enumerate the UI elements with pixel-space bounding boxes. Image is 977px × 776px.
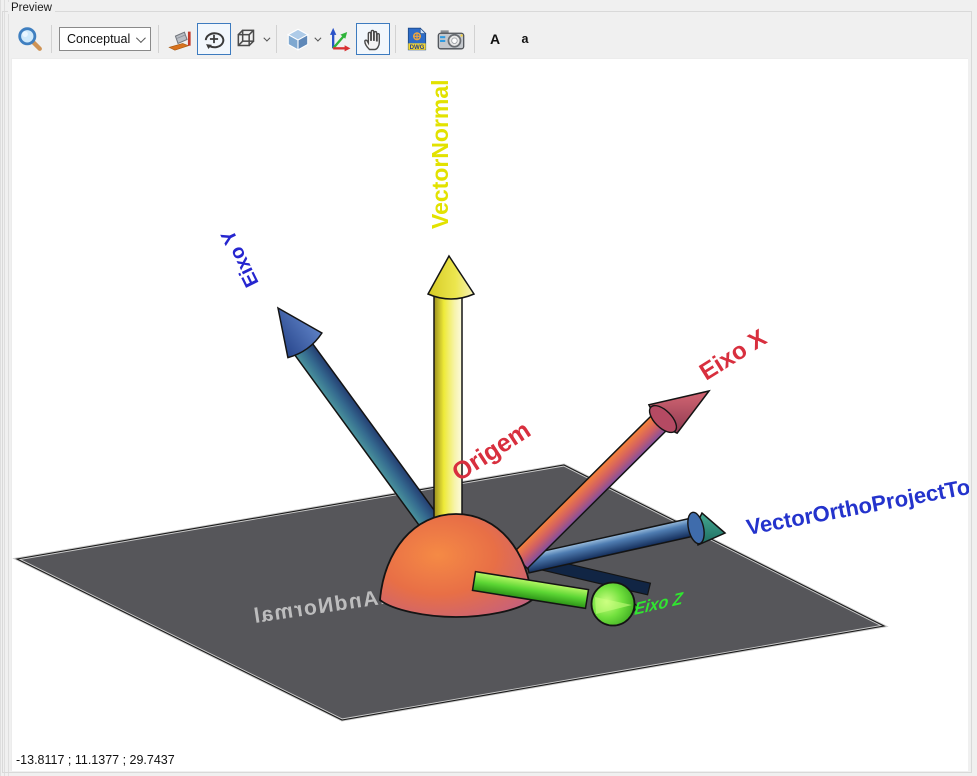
snapshot-button[interactable]	[433, 23, 469, 55]
dwg-file-icon: DWG	[404, 26, 430, 52]
chevron-down-icon	[263, 34, 270, 41]
chevron-down-icon	[314, 34, 321, 41]
text-style-large-button[interactable]: A	[480, 23, 510, 55]
3d-scene: OriginAndNormal VectorNormal Eix	[12, 59, 969, 747]
panel-title: Preview	[8, 2, 55, 14]
save-dwg-button[interactable]: DWG	[401, 23, 433, 55]
zoom-button[interactable]	[14, 23, 46, 55]
toolbar-separator	[474, 25, 475, 53]
cube-views-button[interactable]	[231, 23, 271, 55]
orbit-toggle[interactable]	[197, 23, 231, 55]
window-edge-line	[0, 0, 1, 776]
hand-icon	[359, 25, 387, 53]
toolbar-separator	[395, 25, 396, 53]
view-presets-button[interactable]	[282, 23, 322, 55]
wireframe-cube-icon	[234, 26, 260, 52]
label-vector-ortho-project-to: VectorOrthoProjectTo	[744, 474, 969, 540]
preview-toolbar: Conceptual	[14, 22, 540, 56]
shade-button[interactable]	[164, 23, 197, 55]
toolbar-separator	[158, 25, 159, 53]
visual-style-value: Conceptual	[67, 32, 130, 46]
arrow-eixo-y	[278, 308, 438, 527]
ucs-axes-button[interactable]	[322, 23, 356, 55]
text-style-small-button[interactable]: a	[510, 23, 540, 55]
3d-viewport[interactable]: OriginAndNormal VectorNormal Eix	[11, 58, 968, 771]
label-eixo-y: Eixo Y	[217, 226, 264, 291]
toolbar-separator	[51, 25, 52, 53]
axes-triad-icon	[325, 25, 353, 53]
paint-brush-icon	[167, 26, 194, 53]
pan-toggle[interactable]	[356, 23, 390, 55]
dwg-badge-text: DWG	[410, 45, 425, 51]
label-eixo-x: Eixo X	[695, 324, 772, 386]
magnifier-icon	[17, 26, 43, 52]
rotate-orbit-icon	[200, 25, 228, 53]
visual-style-dropdown[interactable]: Conceptual	[59, 27, 151, 51]
label-vector-normal: VectorNormal	[427, 79, 453, 229]
status-coordinates: -13.8117 ; 11.1377 ; 29.7437	[16, 753, 175, 767]
chevron-down-icon	[136, 33, 146, 43]
camera-icon	[436, 25, 466, 53]
toolbar-separator	[276, 25, 277, 53]
iso-cube-icon	[285, 26, 311, 52]
